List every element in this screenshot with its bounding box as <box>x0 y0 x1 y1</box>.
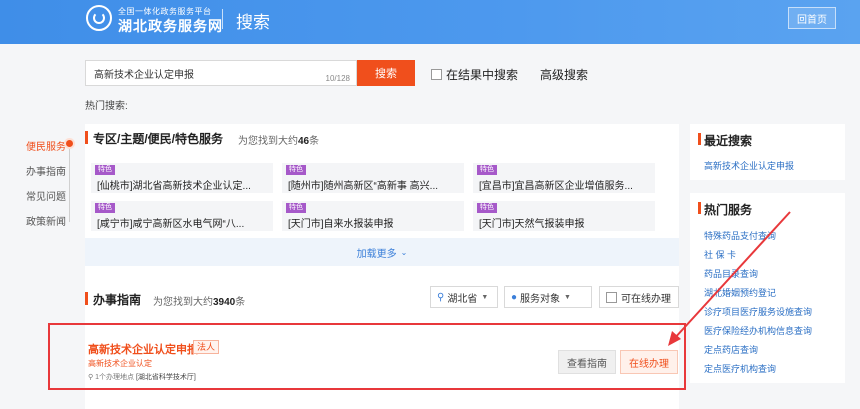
left-nav-item-news[interactable]: 政策新闻 <box>26 213 66 228</box>
left-nav-dot-active[interactable] <box>66 140 73 147</box>
load-more-button[interactable]: 加载更多 ⌄ <box>85 238 679 266</box>
top-header: 全国一体化政务服务平台 湖北政务服务网 搜索 回首页 <box>0 0 860 44</box>
hot-service-link[interactable]: 定点医疗机构查询 <box>704 362 776 375</box>
special-card[interactable]: 特色 [仙桃市]湖北省高新技术企业认定... <box>91 163 273 193</box>
logo-emblem-icon[interactable] <box>86 5 112 31</box>
service-target-filter-label: 服务对象 <box>520 293 561 305</box>
online-filter-label: 可在线办理 <box>621 293 671 305</box>
hot-service-link[interactable]: 诊疗项目医疗服务设施查询 <box>704 305 812 318</box>
special-section-title: 专区/主题/便民/特色服务 <box>93 132 224 146</box>
special-card-text: [天门市]天然气报装申报 <box>479 219 585 230</box>
region-filter-label: 湖北省 <box>447 293 478 305</box>
feature-tag: 特色 <box>477 203 497 213</box>
guide-result-count: 为您找到大约3940条 <box>153 297 246 308</box>
left-nav-item-guide[interactable]: 办事指南 <box>26 163 66 178</box>
search-in-results-toggle[interactable]: 在结果中搜索 <box>431 66 518 83</box>
recent-search-panel: 最近搜索 高新技术企业认定申报 <box>690 124 845 180</box>
hot-service-link[interactable]: 定点药店查询 <box>704 343 758 356</box>
hot-service-link[interactable]: 特殊药品支付查询 <box>704 229 776 242</box>
user-icon: ● <box>511 291 518 303</box>
hot-service-link[interactable]: 湖北婚姻预约登记 <box>704 286 776 299</box>
guide-section-title: 办事指南 <box>93 293 142 307</box>
service-target-filter[interactable]: ● 服务对象 ▼ <box>504 286 592 308</box>
special-card-text: [仙桃市]湖北省高新技术企业认定... <box>97 181 251 192</box>
special-card[interactable]: 特色 [天门市]自来水报装申报 <box>282 201 464 231</box>
advanced-search-link[interactable]: 高级搜索 <box>540 66 588 83</box>
hot-services-title: 热门服务 <box>704 203 753 217</box>
chevron-down-icon: ⌄ <box>400 247 408 257</box>
left-nav-item-faq[interactable]: 常见问题 <box>26 188 66 203</box>
search-input-value: 高新技术企业认定申报 <box>94 69 194 81</box>
search-char-count: 10/128 <box>325 74 350 83</box>
section-marker <box>85 131 88 144</box>
special-card-text: [咸宁市]咸宁高新区水电气网“八... <box>97 219 245 230</box>
left-nav-line <box>69 144 70 222</box>
feature-tag: 特色 <box>477 165 497 175</box>
special-card[interactable]: 特色 [天门市]天然气报装申报 <box>473 201 655 231</box>
logo-title[interactable]: 湖北政务服务网 <box>118 16 223 36</box>
feature-tag: 特色 <box>95 203 115 213</box>
caret-down-icon: ▼ <box>481 293 489 301</box>
highlight-annotation-box <box>48 323 686 390</box>
caret-down-icon: ▼ <box>564 293 571 301</box>
section-marker <box>85 292 88 305</box>
special-result-count: 为您找到大约46条 <box>238 136 320 147</box>
search-in-results-checkbox[interactable] <box>431 69 442 80</box>
hot-service-link[interactable]: 医疗保险经办机构信息查询 <box>704 324 812 337</box>
feature-tag: 特色 <box>95 165 115 175</box>
feature-tag: 特色 <box>286 203 306 213</box>
search-in-results-label: 在结果中搜索 <box>446 68 519 82</box>
recent-search-link[interactable]: 高新技术企业认定申报 <box>704 159 794 172</box>
section-marker <box>698 202 701 214</box>
hot-search-label: 热门搜索: <box>85 101 128 112</box>
special-card-text: [宜昌市]宜昌高新区企业增值服务... <box>479 181 633 192</box>
search-input[interactable]: 高新技术企业认定申报 10/128 <box>85 60 357 86</box>
special-card[interactable]: 特色 [咸宁市]咸宁高新区水电气网“八... <box>91 201 273 231</box>
hot-service-link[interactable]: 社 保 卡 <box>704 248 736 261</box>
online-filter[interactable]: 可在线办理 <box>599 286 679 308</box>
special-card-text: [随州市]随州高新区“高新事 高兴... <box>288 181 438 192</box>
recent-search-title: 最近搜索 <box>704 134 753 148</box>
online-filter-checkbox[interactable] <box>606 291 617 303</box>
header-divider <box>222 9 223 29</box>
hot-services-panel: 热门服务 特殊药品支付查询 社 保 卡 药品目录查询 湖北婚姻预约登记 诊疗项目… <box>690 193 845 383</box>
hot-service-link[interactable]: 药品目录查询 <box>704 267 758 280</box>
feature-tag: 特色 <box>286 165 306 175</box>
location-pin-icon: ⚲ <box>437 291 445 303</box>
page-title: 搜索 <box>236 13 270 32</box>
special-card[interactable]: 特色 [宜昌市]宜昌高新区企业增值服务... <box>473 163 655 193</box>
special-card-text: [天门市]自来水报装申报 <box>288 219 394 230</box>
region-filter[interactable]: ⚲ 湖北省 ▼ <box>430 286 498 308</box>
search-button[interactable]: 搜索 <box>357 60 415 86</box>
home-button[interactable]: 回首页 <box>788 7 836 29</box>
special-card[interactable]: 特色 [随州市]随州高新区“高新事 高兴... <box>282 163 464 193</box>
section-marker <box>698 133 701 145</box>
left-nav-item-convenience[interactable]: 便民服务 <box>26 138 66 153</box>
load-more-label: 加载更多 <box>356 248 397 260</box>
